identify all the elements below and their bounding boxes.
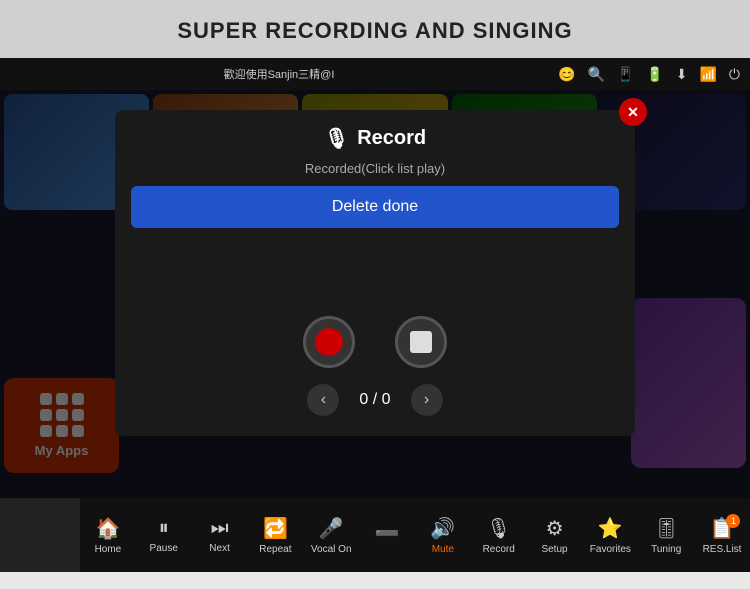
modal-subtitle: Recorded(Click list play)	[115, 161, 635, 176]
favorites-icon: ⭐	[598, 516, 623, 541]
prev-page-button[interactable]: ‹	[307, 384, 339, 416]
nav-tuning-label: Tuning	[651, 544, 681, 555]
search-icon[interactable]: 🔍	[587, 66, 604, 83]
power-icon[interactable]: ⏻	[729, 66, 740, 83]
tuning-icon: 🎚	[653, 516, 678, 541]
nav-record-label: Record	[483, 544, 515, 555]
pagination: ‹ 0 / 0 ›	[115, 384, 635, 416]
battery-icon[interactable]: 🔋	[646, 66, 663, 83]
nav-repeat-label: Repeat	[259, 544, 291, 555]
record-circle-icon	[315, 328, 343, 356]
next-icon: ⏭	[211, 517, 229, 540]
wifi-icon[interactable]: 📶	[699, 66, 716, 83]
repeat-icon: 🔁	[263, 516, 288, 541]
stop-square-icon	[410, 331, 432, 353]
main-area: 歡迎使用Sanjin三精@I 😊 🔍 📱 🔋 ⬇ 📶 ⏻	[0, 58, 750, 498]
nav-favorites-label: Favorites	[590, 544, 631, 555]
nav-setup[interactable]: ⚙ Setup	[530, 498, 580, 572]
res-list-badge: 1	[726, 514, 740, 528]
mic-icon: 🎙	[324, 126, 349, 151]
nav-volume-circle[interactable]: 🔊 Mute	[418, 498, 468, 572]
welcome-text: 歡迎使用Sanjin三精@I	[224, 66, 335, 82]
bottom-thumbnail	[0, 498, 80, 572]
record-stop-button[interactable]	[395, 316, 447, 368]
record-start-button[interactable]	[303, 316, 355, 368]
nav-vocal-on[interactable]: 🎤 Vocal On	[306, 498, 356, 572]
nav-next-label: Next	[209, 543, 230, 554]
nav-home[interactable]: 🏠 Home	[83, 498, 133, 572]
modal-header: 🎙 Record ✕	[115, 110, 635, 161]
tablet-icon[interactable]: 📱	[617, 66, 634, 83]
nav-mute-label: Mute	[432, 544, 454, 555]
nav-pause-label: Pause	[150, 543, 178, 554]
bottom-nav: 🏠 Home ⏸ Pause ⏭ Next 🔁 Repeat 🎤 Vocal O…	[80, 498, 750, 572]
nav-res-list-label: RES.List	[703, 544, 742, 555]
home-icon: 🏠	[95, 516, 120, 541]
record-icon: 🎙	[486, 516, 511, 541]
volume-down-icon: ➖	[375, 521, 400, 546]
modal-overlay: 🎙 Record ✕ Recorded(Click list play) Del…	[0, 90, 750, 498]
emoji-icon[interactable]: 😊	[558, 66, 575, 83]
delete-done-item[interactable]: Delete done	[131, 186, 619, 228]
volume-circle-icon: 🔊	[430, 516, 455, 541]
record-modal: 🎙 Record ✕ Recorded(Click list play) Del…	[115, 110, 635, 436]
nav-repeat[interactable]: 🔁 Repeat	[250, 498, 300, 572]
nav-home-label: Home	[95, 544, 122, 555]
setup-icon: ⚙	[546, 516, 564, 541]
res-list-icon: 📋 1	[710, 516, 735, 541]
nav-vocal-label: Vocal On	[311, 544, 352, 555]
status-icons: 😊 🔍 📱 🔋 ⬇ 📶 ⏻	[558, 66, 740, 83]
nav-next[interactable]: ⏭ Next	[195, 498, 245, 572]
status-bar: 歡迎使用Sanjin三精@I 😊 🔍 📱 🔋 ⬇ 📶 ⏻	[0, 58, 750, 90]
pause-icon: ⏸	[159, 517, 169, 540]
nav-record[interactable]: 🎙 Record	[474, 498, 524, 572]
page-title: SUPER RECORDING AND SINGING	[0, 18, 750, 44]
vocal-icon: 🎤	[319, 516, 344, 541]
next-page-button[interactable]: ›	[411, 384, 443, 416]
close-button[interactable]: ✕	[619, 98, 647, 126]
modal-controls	[115, 316, 635, 368]
recorded-list: Delete done	[115, 186, 635, 306]
bottom-bar: 🏠 Home ⏸ Pause ⏭ Next 🔁 Repeat 🎤 Vocal O…	[0, 498, 750, 572]
nav-setup-label: Setup	[541, 544, 567, 555]
download-icon[interactable]: ⬇	[676, 66, 688, 83]
nav-tuning[interactable]: 🎚 Tuning	[641, 498, 691, 572]
modal-title: 🎙 Record	[324, 126, 426, 151]
nav-res-list[interactable]: 📋 1 RES.List	[697, 498, 747, 572]
nav-volume-down[interactable]: ➖	[362, 498, 412, 572]
nav-pause[interactable]: ⏸ Pause	[139, 498, 189, 572]
nav-favorites[interactable]: ⭐ Favorites	[585, 498, 635, 572]
page-number: 0 / 0	[359, 391, 390, 409]
app-header: SUPER RECORDING AND SINGING	[0, 0, 750, 58]
